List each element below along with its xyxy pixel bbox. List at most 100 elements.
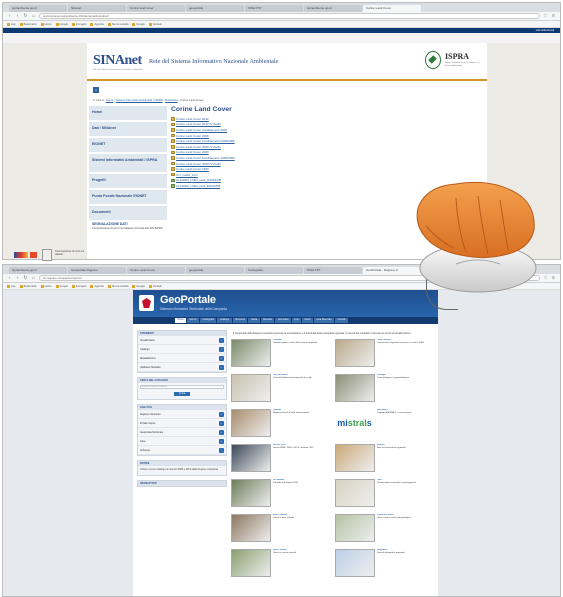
service-card[interactable]: Siti Natura Siti della rete Natura 2000	[231, 479, 331, 509]
service-card[interactable]: Piani Pianificazione territoriale e paesa…	[334, 479, 435, 509]
browser-tab[interactable]: Corine land cover	[127, 5, 185, 12]
bookmark-item[interactable]: Home	[40, 284, 52, 288]
card-thumbnail[interactable]	[334, 549, 375, 577]
bookmark-item[interactable]: Nuova cartella	[107, 22, 128, 26]
sidebar-link[interactable]: Geoportale Nazionale ›	[138, 428, 226, 437]
bookmark-item[interactable]: Bookmarks	[19, 284, 37, 288]
sidebar-link[interactable]: Visualizzatore ›	[138, 336, 226, 345]
bookmark-item[interactable]: Contatti	[148, 284, 162, 288]
arrow-right-icon[interactable]: ›	[219, 429, 224, 435]
portal-tab[interactable]: Normativa	[275, 318, 291, 323]
card-thumbnail[interactable]	[334, 374, 375, 402]
card-thumbnail[interactable]	[231, 339, 271, 367]
breadcrumb-link[interactable]: Home	[106, 98, 113, 102]
sinanet-logo[interactable]: SINAnet Rete del Sistema Informativo Nazi…	[93, 53, 143, 71]
browser-tab[interactable]: Sinanet	[68, 5, 126, 12]
sidebar-link[interactable]: Ambiente ›	[138, 446, 226, 455]
home-icon[interactable]: ⌂	[31, 275, 36, 281]
browser-tab[interactable]: Geoportale Regione	[68, 267, 126, 274]
service-card[interactable]: Difesa del Suolo Difesa suolo e rischio i…	[334, 514, 435, 544]
portal-tab[interactable]: Home	[175, 318, 187, 323]
service-card[interactable]: Beni Culturali Vincoli e beni culturali	[231, 514, 331, 544]
bookmark-item[interactable]: Agenzia	[90, 284, 104, 288]
arrow-right-icon[interactable]: ›	[219, 346, 224, 352]
back-icon[interactable]: ‹	[7, 275, 12, 281]
nav-item-progetti[interactable]: Progetti	[89, 174, 167, 188]
bookmark-item[interactable]: Immagini	[71, 22, 86, 26]
portal-tab[interactable]: News	[302, 318, 313, 323]
bookmark-item[interactable]: Immagini	[71, 284, 86, 288]
reload-icon[interactable]: ↻	[23, 275, 28, 281]
browser-tab[interactable]: isprambiente.gov.it	[9, 267, 67, 274]
service-card[interactable]: Servizi OGC Servizi WMS, WFS e WCS confor…	[231, 444, 331, 474]
ispra-logo[interactable]: ISPRA Istituto Superiore per la Protezio…	[425, 49, 483, 75]
browser-tab[interactable]: geoportale	[186, 267, 244, 274]
portal-title[interactable]: GeoPortale	[160, 294, 216, 306]
arrow-right-icon[interactable]: ›	[219, 411, 224, 417]
reload-icon[interactable]: ↻	[23, 13, 28, 19]
sidebar-link[interactable]: Regione Campania ›	[138, 410, 226, 419]
back-icon[interactable]: ‹	[7, 13, 12, 19]
portal-tab[interactable]: Servizi	[187, 318, 200, 323]
arrow-right-icon[interactable]: ›	[219, 337, 224, 343]
card-thumbnail[interactable]	[231, 374, 271, 402]
star-icon[interactable]: ☆	[543, 13, 548, 19]
forward-icon[interactable]: ›	[15, 13, 20, 19]
forward-icon[interactable]: ›	[15, 275, 20, 281]
arrow-right-icon[interactable]: ›	[219, 447, 224, 453]
nav-item-eionet[interactable]: EIONET	[89, 138, 167, 152]
bookmark-item[interactable]: Google	[132, 22, 145, 26]
bookmark-item[interactable]: App	[7, 22, 16, 26]
bookmark-item[interactable]: Bookmarks	[19, 22, 37, 26]
card-thumbnail[interactable]	[334, 479, 375, 507]
browser-tab[interactable]: Corine Land Cover	[127, 267, 185, 274]
portal-tab[interactable]: Metadati	[260, 318, 275, 323]
nav-item-home[interactable]: Home	[89, 106, 167, 120]
portal-tab[interactable]: Contatti	[335, 318, 348, 323]
portal-tab[interactable]: Catalogo	[217, 318, 232, 323]
sidebar-link[interactable]: Metadatazione ›	[138, 354, 226, 363]
arrow-right-icon[interactable]: ›	[219, 420, 224, 426]
taskbar-app-icon[interactable]	[14, 252, 28, 258]
taskbar-app-icon[interactable]	[30, 252, 37, 258]
nav-item-documenti[interactable]: Documenti	[89, 206, 167, 220]
card-thumbnail[interactable]	[231, 514, 271, 542]
browser-tab[interactable]: geoportale	[186, 5, 244, 12]
bookmark-item[interactable]: Home	[40, 22, 52, 26]
service-card[interactable]: Aree Protette Parchi e riserve naturali	[231, 549, 331, 579]
arrow-right-icon[interactable]: ›	[219, 355, 224, 361]
service-card[interactable]: Idrografia Reticolo idrografico regionale	[334, 549, 435, 579]
browser-tab[interactable]: isprambiente.gov.it	[9, 5, 67, 12]
browser-tab[interactable]: SINA FTP	[245, 5, 303, 12]
bookmark-item[interactable]: Agenzia	[90, 22, 104, 26]
portal-tab[interactable]: Guida	[248, 318, 260, 323]
nav-item-punto-focale[interactable]: Punto Focale Nazionale EIONET	[89, 190, 167, 204]
bookmark-item[interactable]: App	[7, 284, 16, 288]
catalog-search-input[interactable]: Inserisci termini di ricerca	[140, 385, 224, 389]
home-icon[interactable]: ⌂	[31, 13, 36, 19]
browser-tab[interactable]: Cartografia	[245, 267, 303, 274]
card-thumbnail[interactable]	[334, 444, 375, 472]
service-card[interactable]: Sentieri Rete escursionistica regionale	[334, 444, 435, 474]
bookmark-item[interactable]: Nuova cartella	[107, 284, 128, 288]
breadcrumb-link[interactable]: Download	[165, 98, 177, 102]
service-card[interactable]: Geologia Carta geologica e geomorfologica	[334, 374, 435, 404]
card-thumbnail[interactable]	[231, 479, 271, 507]
service-card[interactable]: Carta Tecnica Carta tecnica regionale num…	[334, 339, 435, 369]
browser-tab[interactable]: isprambiente.gov.it	[304, 5, 362, 12]
bookmark-item[interactable]: Google	[55, 22, 68, 26]
segnalazione-text[interactable]: Comunicazione di errori nei dataset ed e…	[89, 227, 165, 230]
bookmark-item[interactable]: Google	[55, 284, 68, 288]
card-thumbnail[interactable]	[334, 339, 375, 367]
menu-icon[interactable]: ≡	[551, 13, 556, 19]
browser-tab[interactable]: SINA FTP	[304, 267, 362, 274]
sidebar-link[interactable]: Catalogo ›	[138, 345, 226, 354]
portal-tab[interactable]: Strumenti	[232, 318, 248, 323]
card-thumbnail[interactable]	[231, 409, 271, 437]
institutional-links[interactable]: Link Istituzionali	[536, 28, 554, 33]
card-thumbnail[interactable]	[334, 514, 375, 542]
sidebar-link[interactable]: Ispra ›	[138, 437, 226, 446]
breadcrumb-link[interactable]: Sistemi informativi ambientali / ISPRA	[116, 98, 163, 102]
search-button[interactable]: Cerca	[174, 392, 190, 396]
service-card[interactable]: Catasto Mappe catastali e limiti amminist…	[231, 409, 331, 439]
